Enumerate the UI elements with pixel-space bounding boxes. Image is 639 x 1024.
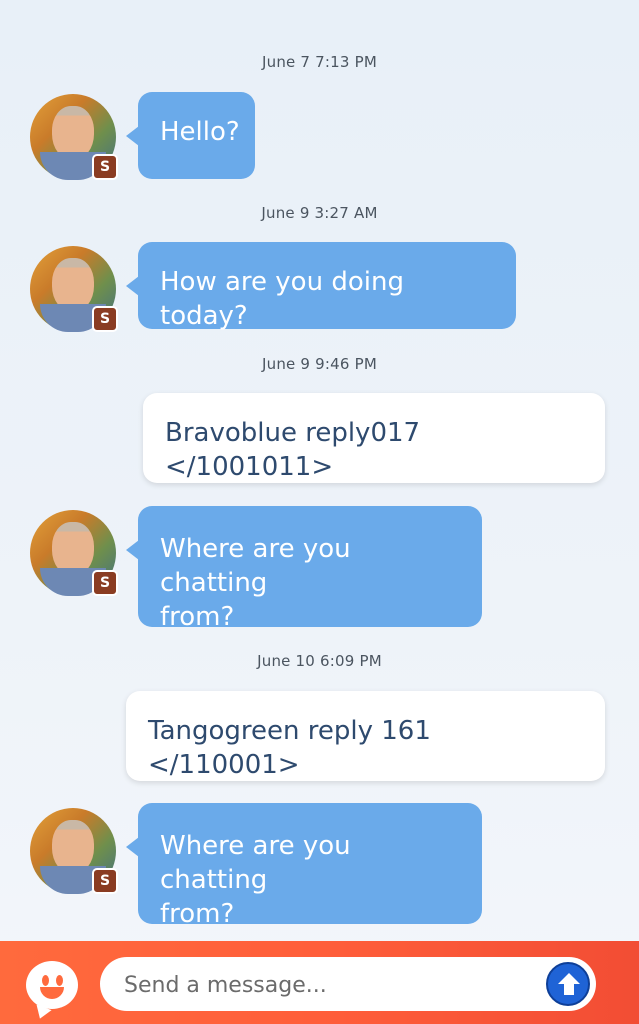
- message-bubble-sent[interactable]: Tangogreen reply 161 </110001>: [126, 691, 605, 781]
- app-badge-icon: S: [92, 306, 118, 332]
- app-badge-icon: S: [92, 154, 118, 180]
- message-text: Tangogreen reply 161 </110001>: [148, 716, 431, 780]
- timestamp: June 9 9:46 PM: [262, 355, 377, 373]
- arrow-up-icon: [558, 973, 580, 995]
- avatar[interactable]: S: [30, 808, 118, 894]
- message-text: Hello?: [160, 117, 240, 147]
- message-text: Bravoblue reply017 </1001011>: [165, 418, 421, 482]
- message-input[interactable]: [122, 965, 526, 1005]
- message-text-line: from?: [160, 602, 235, 632]
- message-composer-bar: [0, 941, 639, 1024]
- avatar[interactable]: S: [30, 94, 118, 180]
- avatar[interactable]: S: [30, 246, 118, 332]
- timestamp: June 7 7:13 PM: [262, 53, 377, 71]
- timestamp: June 9 3:27 AM: [261, 204, 378, 222]
- message-text-line: Where are you chatting: [160, 534, 351, 598]
- message-input-container: [100, 957, 596, 1011]
- timestamp: June 10 6:09 PM: [257, 652, 382, 670]
- avatar[interactable]: S: [30, 510, 118, 596]
- smiley-chat-icon[interactable]: [26, 961, 78, 1009]
- message-bubble-received[interactable]: Hello?: [126, 92, 255, 179]
- message-bubble-received[interactable]: Where are you chatting from?: [126, 803, 482, 929]
- message-text: How are you doing today?: [160, 267, 404, 331]
- message-text-line: from?: [160, 899, 235, 929]
- message-text-line: Where are you chatting: [160, 831, 351, 895]
- app-badge-icon: S: [92, 570, 118, 596]
- app-badge-icon: S: [92, 868, 118, 894]
- message-bubble-received[interactable]: Where are you chatting from?: [126, 506, 482, 632]
- message-bubble-sent[interactable]: Bravoblue reply017 </1001011>: [143, 393, 605, 483]
- send-button[interactable]: [546, 962, 590, 1006]
- message-bubble-received[interactable]: How are you doing today?: [126, 242, 516, 331]
